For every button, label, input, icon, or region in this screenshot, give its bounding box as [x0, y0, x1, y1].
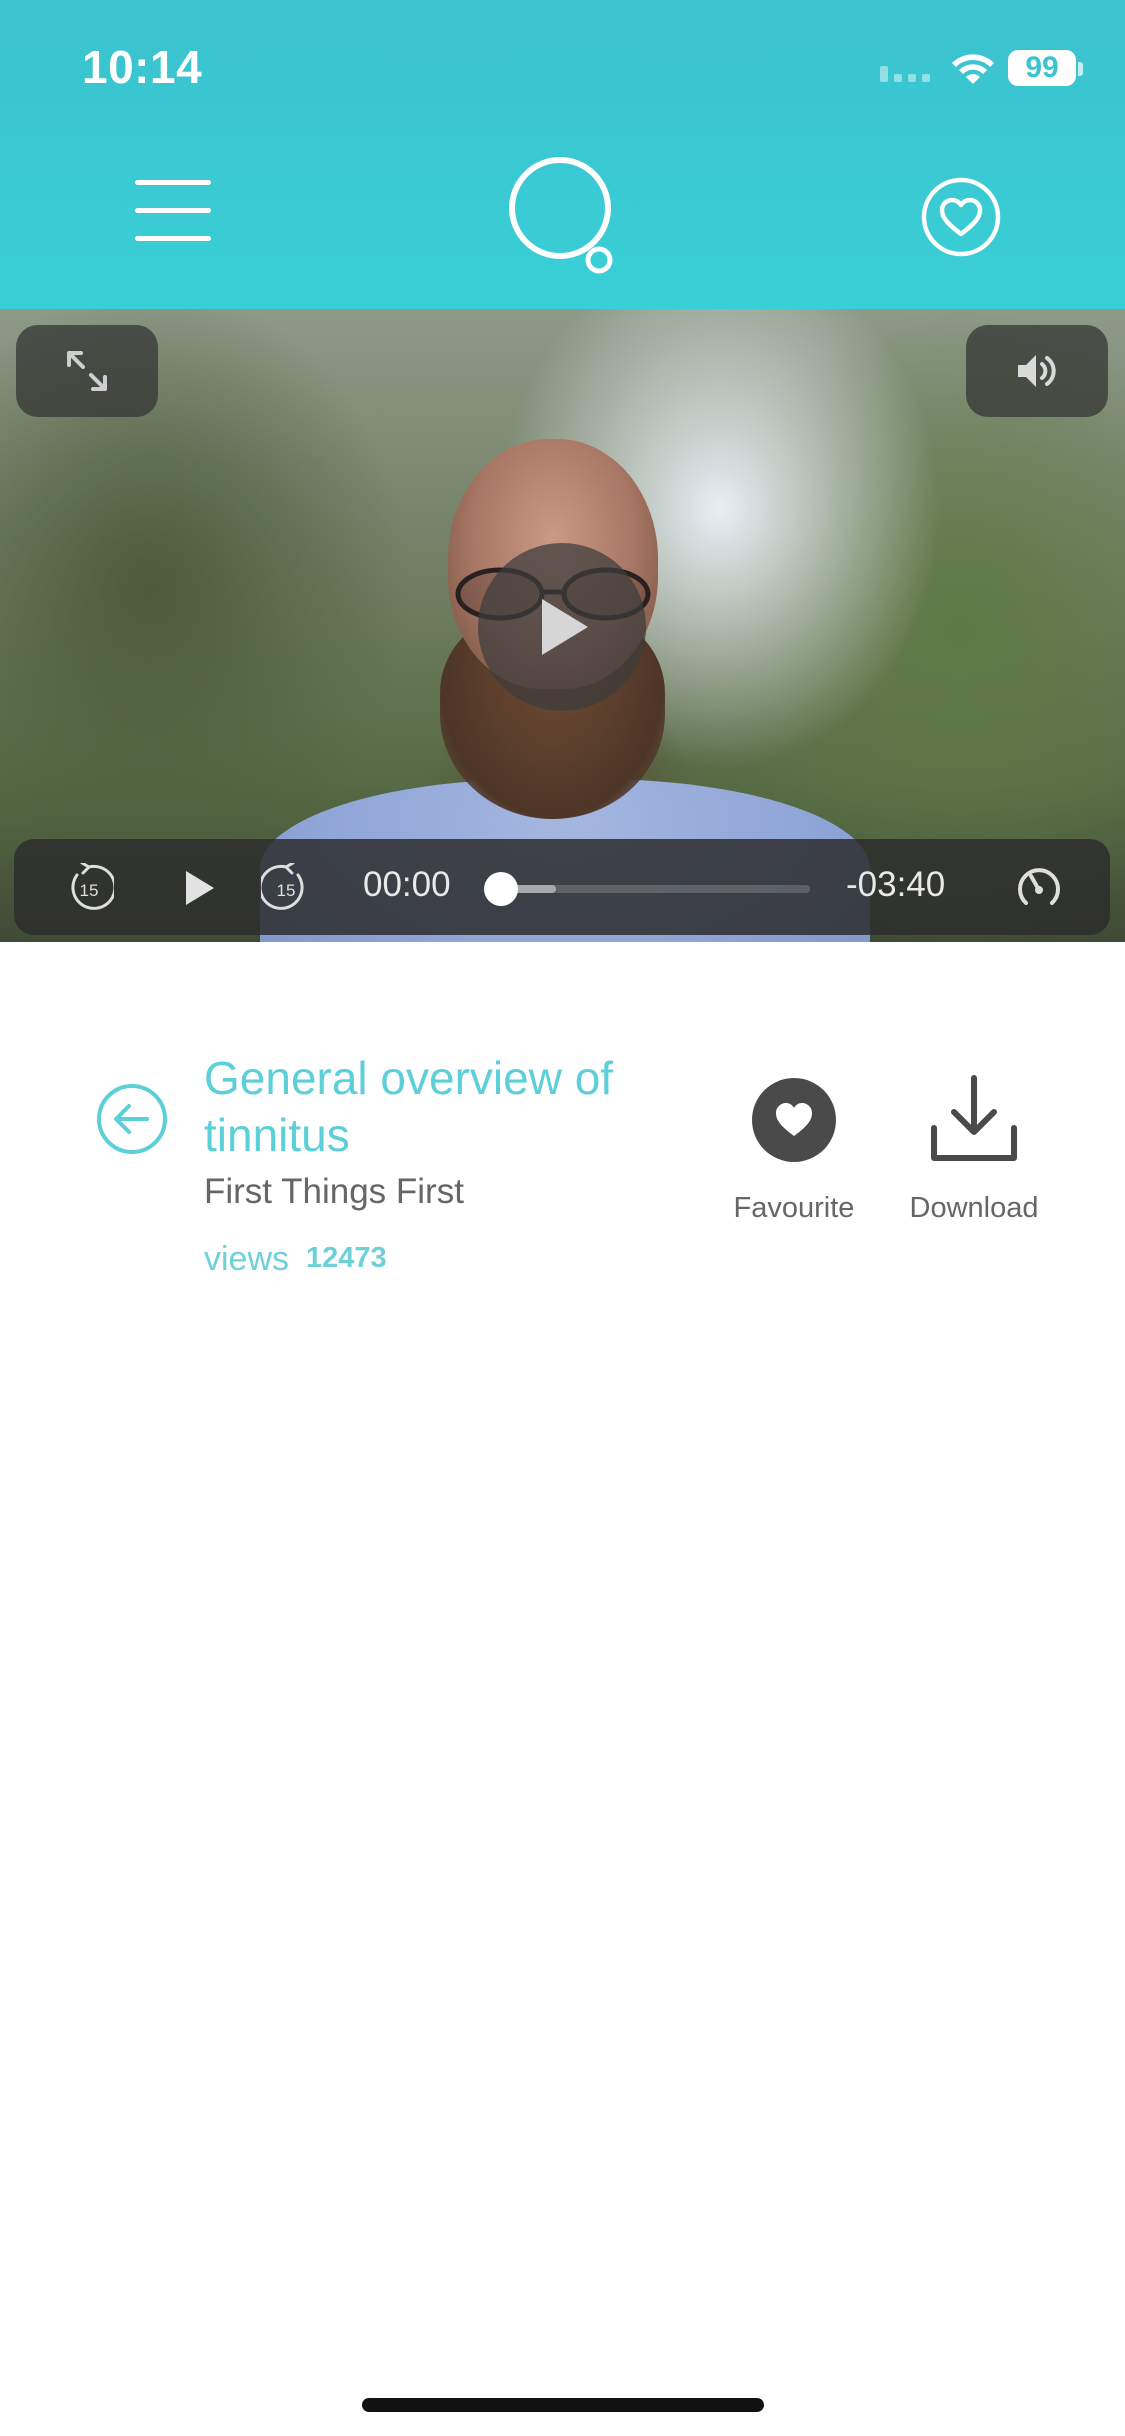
cellular-signal-icon — [880, 66, 930, 82]
rewind-15-icon[interactable]: 15 — [64, 863, 114, 913]
playback-control-bar: 15 15 00:00 -03:40 — [14, 839, 1110, 935]
favourite-label: Favourite — [733, 1192, 855, 1224]
thought-bubble-logo-icon[interactable] — [505, 153, 625, 283]
favourite-button[interactable]: Favourite — [728, 1074, 860, 1234]
play-icon[interactable] — [172, 863, 222, 913]
rewind-seconds: 15 — [80, 881, 99, 900]
app-header: 10:14 99 — [0, 0, 1125, 309]
status-time: 10:14 — [82, 41, 203, 93]
expand-arrows-icon — [67, 351, 107, 391]
current-time: 00:00 — [363, 865, 451, 904]
battery-tip — [1078, 62, 1083, 76]
battery-indicator: 99 — [1008, 50, 1076, 86]
forward-seconds: 15 — [277, 881, 296, 900]
download-button[interactable]: Download — [900, 1072, 1048, 1232]
playback-speed-icon[interactable] — [1014, 863, 1064, 913]
seek-bar[interactable] — [484, 872, 810, 906]
center-play-button[interactable] — [478, 543, 646, 711]
wifi-icon — [952, 54, 994, 84]
forward-15-icon[interactable]: 15 — [261, 863, 311, 913]
battery-level: 99 — [1025, 51, 1059, 84]
remaining-time: -03:40 — [846, 865, 946, 904]
heart-circle-icon[interactable] — [920, 176, 1002, 258]
volume-button[interactable] — [966, 325, 1108, 417]
play-icon — [542, 599, 588, 655]
video-category: First Things First — [204, 1172, 464, 1211]
views-count: 12473 — [306, 1242, 387, 1274]
fullscreen-button[interactable] — [16, 325, 158, 417]
heart-icon — [776, 1103, 812, 1136]
hamburger-menu-icon[interactable] — [135, 176, 211, 248]
favourite-circle — [752, 1078, 836, 1162]
download-label: Download — [909, 1192, 1039, 1224]
download-icon — [931, 1075, 1017, 1161]
home-indicator[interactable] — [362, 2398, 764, 2412]
back-arrow-icon[interactable] — [95, 1082, 169, 1156]
seek-thumb[interactable] — [484, 872, 518, 906]
video-player[interactable]: 15 15 00:00 -03:40 — [0, 309, 1125, 942]
views-label: views — [204, 1240, 290, 1278]
video-title: General overview of tinnitus — [204, 1052, 614, 1161]
speaker-icon — [1018, 355, 1056, 387]
